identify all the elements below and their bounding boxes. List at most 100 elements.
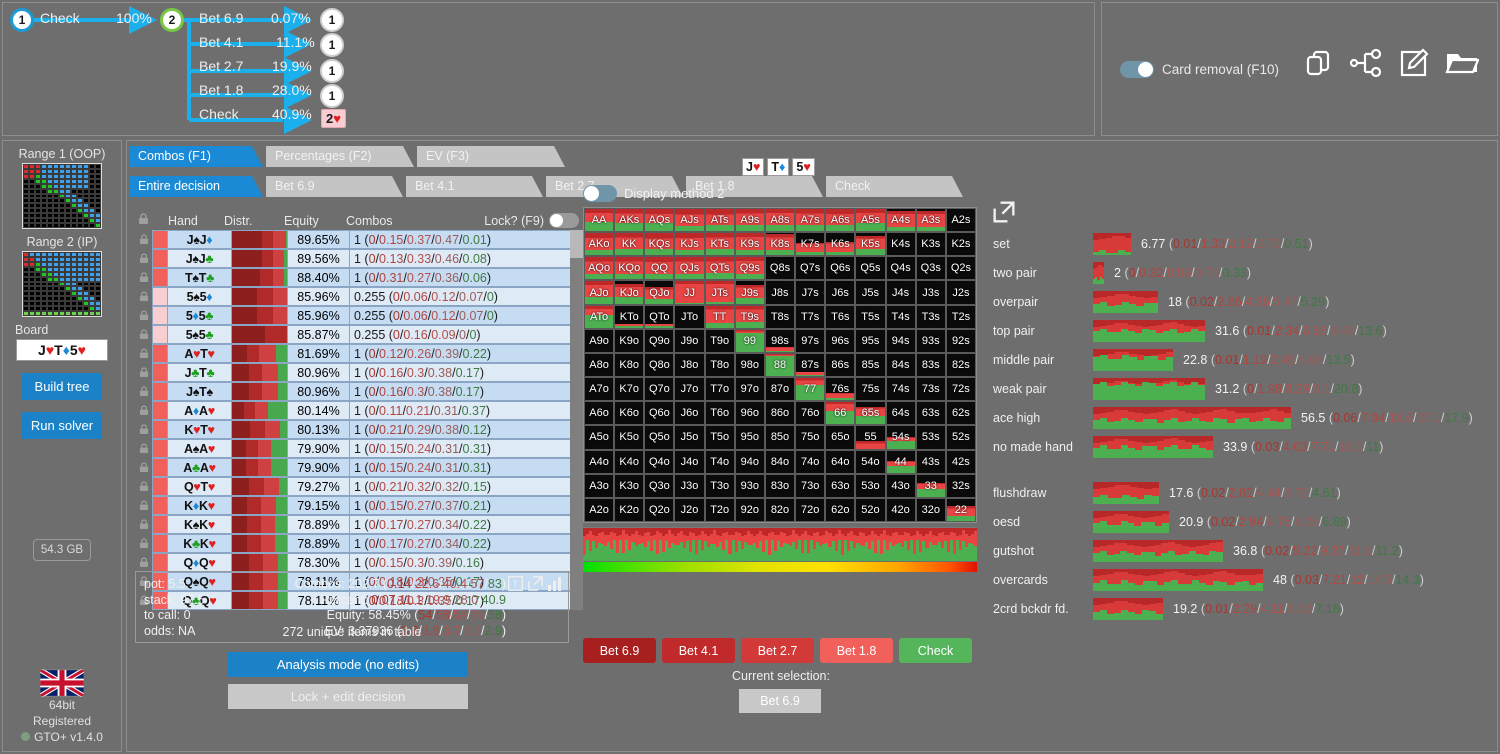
lock-icon[interactable] [135, 344, 152, 363]
matrix-cell-K6o[interactable]: K6o [614, 401, 644, 425]
matrix-cell-74s[interactable]: 74s [886, 377, 916, 401]
tree-node-player2[interactable]: 2 [160, 8, 184, 32]
table-row[interactable]: J♣T♣80.96%1 (0/0.16/0.3/0.38/0.17) [135, 363, 583, 382]
matrix-cell-A5o[interactable]: A5o [584, 425, 614, 449]
matrix-cell-64o[interactable]: 64o [825, 450, 855, 474]
matrix-cell-88[interactable]: 88 [765, 353, 795, 377]
matrix-cell-K4o[interactable]: K4o [614, 450, 644, 474]
matrix-cell-T7s[interactable]: T7s [795, 305, 825, 329]
table-row[interactable]: A♥T♥81.69%1 (0/0.12/0.26/0.39/0.22) [135, 344, 583, 363]
current-selection-value[interactable]: Bet 6.9 [739, 689, 821, 713]
matrix-cell-AA[interactable]: AA [584, 208, 614, 232]
scrollbar-thumb[interactable] [570, 230, 583, 258]
matrix-cell-K8o[interactable]: K8o [614, 353, 644, 377]
matrix-cell-T5o[interactable]: T5o [705, 425, 735, 449]
matrix-cell-Q5s[interactable]: Q5s [855, 256, 885, 280]
matrix-cell-A4s[interactable]: A4s [886, 208, 916, 232]
matrix-cell-44[interactable]: 44 [886, 450, 916, 474]
matrix-cell-QJo[interactable]: QJo [644, 280, 674, 304]
matrix-cell-J2s[interactable]: J2s [946, 280, 976, 304]
matrix-cell-T6s[interactable]: T6s [825, 305, 855, 329]
board-input[interactable]: J♥T♦5♥ [16, 339, 108, 361]
matrix-cell-Q2o[interactable]: Q2o [644, 498, 674, 522]
matrix-cell-T9o[interactable]: T9o [705, 329, 735, 353]
matrix-cell-53s[interactable]: 53s [916, 425, 946, 449]
table-row[interactable]: Q♦Q♥78.30%1 (0/0.15/0.3/0.39/0.16) [135, 553, 583, 572]
matrix-cell-52s[interactable]: 52s [946, 425, 976, 449]
matrix-cell-QTs[interactable]: QTs [705, 256, 735, 280]
matrix-cell-62o[interactable]: 62o [825, 498, 855, 522]
matrix-cell-85o[interactable]: 85o [765, 425, 795, 449]
matrix-cell-42s[interactable]: 42s [946, 450, 976, 474]
text-icon[interactable]: T [508, 576, 523, 594]
table-row[interactable]: K♣K♥78.89%1 (0/0.17/0.27/0.34/0.22) [135, 534, 583, 553]
matrix-cell-QQ[interactable]: QQ [644, 256, 674, 280]
matrix-cell-KJo[interactable]: KJo [614, 280, 644, 304]
matrix-cell-J5o[interactable]: J5o [674, 425, 704, 449]
decision-tab-0[interactable]: Entire decision [129, 176, 263, 197]
table-row[interactable]: K♦K♥79.15%1 (0/0.15/0.27/0.37/0.21) [135, 496, 583, 515]
matrix-cell-T9s[interactable]: T9s [735, 305, 765, 329]
matrix-cell-A8s[interactable]: A8s [765, 208, 795, 232]
action-button-1[interactable]: Bet 4.1 [662, 638, 735, 663]
analysis-mode-button[interactable]: Analysis mode (no edits) [228, 652, 468, 677]
table-row[interactable]: 5♦5♣85.96%0.255 (0/0.06/0.12/0.07/0) [135, 306, 583, 325]
table-row[interactable]: J♠J♦89.65%1 (0/0.15/0.37/0.47/0.01) [135, 230, 583, 249]
matrix-cell-T8o[interactable]: T8o [705, 353, 735, 377]
table-row[interactable]: A♣A♥79.90%1 (0/0.15/0.24/0.31/0.31) [135, 458, 583, 477]
matrix-cell-QTo[interactable]: QTo [644, 305, 674, 329]
matrix-cell-73o[interactable]: 73o [795, 474, 825, 498]
matrix-cell-K3o[interactable]: K3o [614, 474, 644, 498]
run-solver-button[interactable]: Run solver [22, 412, 102, 439]
lock-icon[interactable] [135, 420, 152, 439]
matrix-cell-86o[interactable]: 86o [765, 401, 795, 425]
matrix-cell-55[interactable]: 55 [855, 425, 885, 449]
view-tab-2[interactable]: EV (F3) [417, 146, 565, 167]
matrix-cell-A2o[interactable]: A2o [584, 498, 614, 522]
popout-icon[interactable] [528, 576, 543, 594]
matrix-cell-K9o[interactable]: K9o [614, 329, 644, 353]
matrix-cell-75o[interactable]: 75o [795, 425, 825, 449]
matrix-cell-22[interactable]: 22 [946, 498, 976, 522]
matrix-cell-84o[interactable]: 84o [765, 450, 795, 474]
matrix-cell-54s[interactable]: 54s [886, 425, 916, 449]
matrix-cell-J3o[interactable]: J3o [674, 474, 704, 498]
range1-preview[interactable] [22, 163, 102, 229]
matrix-cell-93o[interactable]: 93o [735, 474, 765, 498]
matrix-cell-J6o[interactable]: J6o [674, 401, 704, 425]
bars-icon[interactable] [548, 576, 562, 594]
matrix-cell-K2o[interactable]: K2o [614, 498, 644, 522]
matrix-cell-93s[interactable]: 93s [916, 329, 946, 353]
matrix-cell-AKo[interactable]: AKo [584, 232, 614, 256]
matrix-cell-T3s[interactable]: T3s [916, 305, 946, 329]
matrix-cell-52o[interactable]: 52o [855, 498, 885, 522]
matrix-cell-KQs[interactable]: KQs [644, 232, 674, 256]
matrix-cell-72o[interactable]: 72o [795, 498, 825, 522]
tree-terminal-2[interactable]: 1 [320, 59, 344, 83]
matrix-cell-Q3s[interactable]: Q3s [916, 256, 946, 280]
matrix-cell-ATs[interactable]: ATs [705, 208, 735, 232]
matrix-cell-K5s[interactable]: K5s [855, 232, 885, 256]
table-row[interactable]: J♠J♣89.56%1 (0/0.13/0.33/0.46/0.08) [135, 249, 583, 268]
matrix-cell-KQo[interactable]: KQo [614, 256, 644, 280]
range2-preview[interactable] [22, 251, 102, 317]
lock-edit-decision-button[interactable]: Lock + edit decision [228, 684, 468, 709]
lock-icon[interactable] [135, 439, 152, 458]
card-removal-toggle-row[interactable]: Card removal (F10) [1120, 61, 1279, 78]
matrix-cell-K2s[interactable]: K2s [946, 232, 976, 256]
lock-icon[interactable] [135, 268, 152, 287]
tree-terminal-3[interactable]: 1 [320, 84, 344, 108]
matrix-cell-JJ[interactable]: JJ [674, 280, 704, 304]
lock-icon[interactable] [135, 363, 152, 382]
tree-node-player1[interactable]: 1 [10, 8, 34, 32]
matrix-cell-94o[interactable]: 94o [735, 450, 765, 474]
display-method-row[interactable]: Display method 2 [583, 183, 979, 203]
matrix-cell-Q3o[interactable]: Q3o [644, 474, 674, 498]
matrix-cell-73s[interactable]: 73s [916, 377, 946, 401]
matrix-cell-95s[interactable]: 95s [855, 329, 885, 353]
matrix-cell-92o[interactable]: 92o [735, 498, 765, 522]
matrix-cell-74o[interactable]: 74o [795, 450, 825, 474]
lock-toggle-row[interactable]: Lock? (F9) [484, 213, 583, 228]
matrix-cell-98s[interactable]: 98s [765, 329, 795, 353]
matrix-cell-JTs[interactable]: JTs [705, 280, 735, 304]
